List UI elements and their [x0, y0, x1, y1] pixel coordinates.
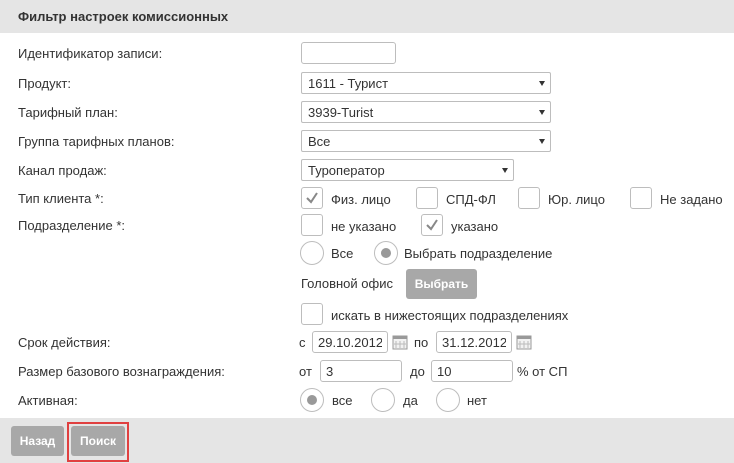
active-label: Активная:: [18, 393, 78, 408]
subdivision-all-label: Все: [331, 246, 354, 261]
client-type-unset-checkbox[interactable]: [630, 187, 652, 209]
subdivision-not-specified-label: не указано: [331, 219, 397, 234]
subdivision-label: Подразделение *:: [18, 218, 126, 233]
validity-to-label: по: [414, 335, 429, 350]
tariff-plan-select-value: 3939-Turist: [308, 105, 374, 120]
tariff-group-select[interactable]: Все: [301, 130, 551, 152]
validity-from-input[interactable]: [312, 331, 388, 353]
choose-subdivision-button[interactable]: Выбрать: [406, 269, 477, 299]
search-button-highlight: [67, 422, 129, 462]
active-all-label: все: [332, 393, 353, 408]
active-no-label: нет: [467, 393, 487, 408]
tariff-group-label: Группа тарифных планов:: [18, 134, 175, 149]
tariff-plan-label: Тарифный план:: [18, 105, 118, 120]
reward-to-input[interactable]: [431, 360, 513, 382]
client-type-spd-checkbox[interactable]: [416, 187, 438, 209]
product-select[interactable]: 1611 - Турист: [301, 72, 551, 94]
calendar-icon[interactable]: [516, 334, 532, 350]
subdivision-specified-label: указано: [451, 219, 499, 234]
office-name: Головной офис: [301, 276, 393, 291]
client-type-legal-checkbox[interactable]: [518, 187, 540, 209]
active-yes-label: да: [403, 393, 418, 408]
reward-from-input[interactable]: [320, 360, 402, 382]
client-type-individual-label: Физ. лицо: [331, 192, 391, 207]
client-type-label: Тип клиента *:: [18, 191, 104, 206]
validity-to-input[interactable]: [436, 331, 512, 353]
validity-from-label: с: [299, 335, 306, 350]
tariff-group-select-value: Все: [308, 134, 331, 149]
reward-unit-label: % от СП: [517, 364, 568, 379]
client-type-individual-checkbox[interactable]: [301, 187, 323, 209]
client-type-legal-label: Юр. лицо: [548, 192, 605, 207]
sales-channel-label: Канал продаж:: [18, 163, 107, 178]
reward-from-label: от: [299, 364, 312, 379]
checkmark-icon: [306, 192, 318, 204]
client-type-unset-label: Не задано: [660, 192, 723, 207]
reward-to-label: до: [410, 364, 425, 379]
base-reward-label: Размер базового вознаграждения:: [18, 364, 225, 379]
page-title: Фильтр настроек комиссионных: [18, 9, 229, 24]
sales-channel-select-value: Туроператор: [308, 163, 385, 178]
filter-header: Фильтр настроек комиссионных: [0, 0, 734, 33]
search-lower-label: искать в нижестоящих подразделениях: [331, 308, 569, 323]
calendar-icon[interactable]: [392, 334, 408, 350]
sales-channel-select[interactable]: Туроператор: [301, 159, 514, 181]
subdivision-choose-radio[interactable]: [374, 241, 398, 265]
record-id-label: Идентификатор записи:: [18, 46, 163, 61]
radio-selected-dot: [307, 395, 317, 405]
checkmark-icon: [426, 219, 438, 231]
subdivision-choose-label: Выбрать подразделение: [404, 246, 553, 261]
back-button[interactable]: Назад: [11, 426, 64, 456]
active-all-radio[interactable]: [300, 388, 324, 412]
tariff-plan-select[interactable]: 3939-Turist: [301, 101, 551, 123]
subdivision-all-radio[interactable]: [300, 241, 324, 265]
product-label: Продукт:: [18, 76, 72, 91]
radio-selected-dot: [381, 248, 391, 258]
subdivision-specified-checkbox[interactable]: [421, 214, 443, 236]
search-lower-checkbox[interactable]: [301, 303, 323, 325]
validity-label: Срок действия:: [18, 335, 111, 350]
client-type-spd-label: СПД-ФЛ: [446, 192, 496, 207]
record-id-input[interactable]: [301, 42, 396, 64]
product-select-value: 1611 - Турист: [308, 76, 389, 91]
active-no-radio[interactable]: [436, 388, 460, 412]
subdivision-not-specified-checkbox[interactable]: [301, 214, 323, 236]
active-yes-radio[interactable]: [371, 388, 395, 412]
